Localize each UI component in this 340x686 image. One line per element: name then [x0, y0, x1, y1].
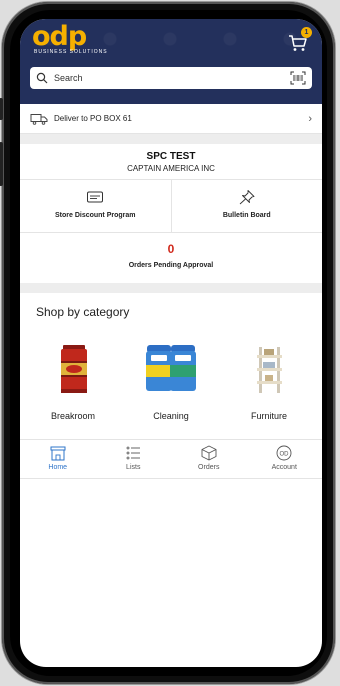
search-icon: [36, 72, 48, 84]
logo-subtext: BUSINESS SOLUTIONS: [34, 49, 108, 55]
shelf-image: [257, 347, 282, 393]
company-name: CAPTAIN AMERICA INC: [127, 164, 215, 173]
category-label: Cleaning: [153, 411, 189, 421]
truck-icon: [30, 113, 48, 125]
delivery-label: Deliver to PO BOX 61: [54, 114, 132, 123]
app-screen: odp BUSINESS SOLUTIONS 1 Search Deliver …: [20, 19, 322, 667]
account-info: SPC TEST CAPTAIN AMERICA INC: [20, 144, 322, 180]
category-list: Breakroom Cleaning Furniture: [20, 329, 322, 439]
pending-count: 0: [167, 242, 175, 256]
section-divider: [20, 283, 322, 293]
category-label: Furniture: [250, 411, 287, 421]
nav-label: Orders: [198, 464, 220, 471]
chevron-right-icon: ›: [308, 112, 312, 125]
coffee-can-image: [61, 345, 87, 393]
category-breakroom[interactable]: Breakroom: [28, 329, 118, 439]
cart-count-badge: 1: [301, 27, 312, 38]
nav-label: Account: [271, 464, 297, 471]
app-header: odp BUSINESS SOLUTIONS 1 Search: [20, 19, 322, 104]
card-icon: [87, 191, 104, 203]
svg-text:OD: OD: [280, 451, 290, 457]
delivery-address-row[interactable]: Deliver to PO BOX 61 ›: [20, 104, 322, 134]
phone-side-button: [0, 98, 3, 120]
barcode-scan-icon[interactable]: [290, 71, 306, 85]
section-divider: [20, 134, 322, 144]
nav-lists[interactable]: Lists: [96, 440, 172, 478]
wipes-image: [146, 345, 196, 391]
account-icon: OD: [276, 445, 292, 461]
store-discount-tile[interactable]: Store Discount Program: [20, 180, 171, 232]
account-name: SPC TEST: [146, 151, 196, 162]
list-icon: [126, 446, 141, 460]
nav-label: Home: [48, 464, 68, 471]
quick-tiles: Store Discount Program Bulletin Board: [20, 180, 322, 233]
nav-label: Lists: [126, 464, 141, 471]
store-icon: [50, 446, 66, 461]
category-cleaning[interactable]: Cleaning: [126, 329, 216, 439]
search-input[interactable]: Search: [54, 73, 290, 83]
shop-by-category-title: Shop by category: [36, 305, 130, 319]
odp-logo[interactable]: odp BUSINESS SOLUTIONS: [32, 23, 142, 63]
pin-icon: [239, 190, 255, 205]
nav-account[interactable]: OD Account: [247, 440, 323, 478]
category-furniture[interactable]: Furniture: [224, 329, 314, 439]
tile-label: Store Discount Program: [54, 212, 136, 219]
cart-button[interactable]: 1: [288, 27, 312, 53]
phone-volume-button: [0, 142, 3, 186]
pending-approval-tile[interactable]: 0 Orders Pending Approval: [20, 233, 322, 283]
bottom-nav: Home Lists Orders OD Account: [20, 439, 322, 479]
logo-text: odp: [32, 21, 87, 52]
category-label: Breakroom: [50, 411, 95, 421]
bulletin-board-tile[interactable]: Bulletin Board: [170, 180, 323, 232]
box-icon: [201, 445, 217, 461]
search-bar[interactable]: Search: [30, 67, 312, 89]
nav-home[interactable]: Home: [20, 440, 96, 478]
pending-label: Orders Pending Approval: [128, 262, 214, 269]
nav-orders[interactable]: Orders: [171, 440, 247, 478]
tile-label: Bulletin Board: [222, 212, 271, 219]
